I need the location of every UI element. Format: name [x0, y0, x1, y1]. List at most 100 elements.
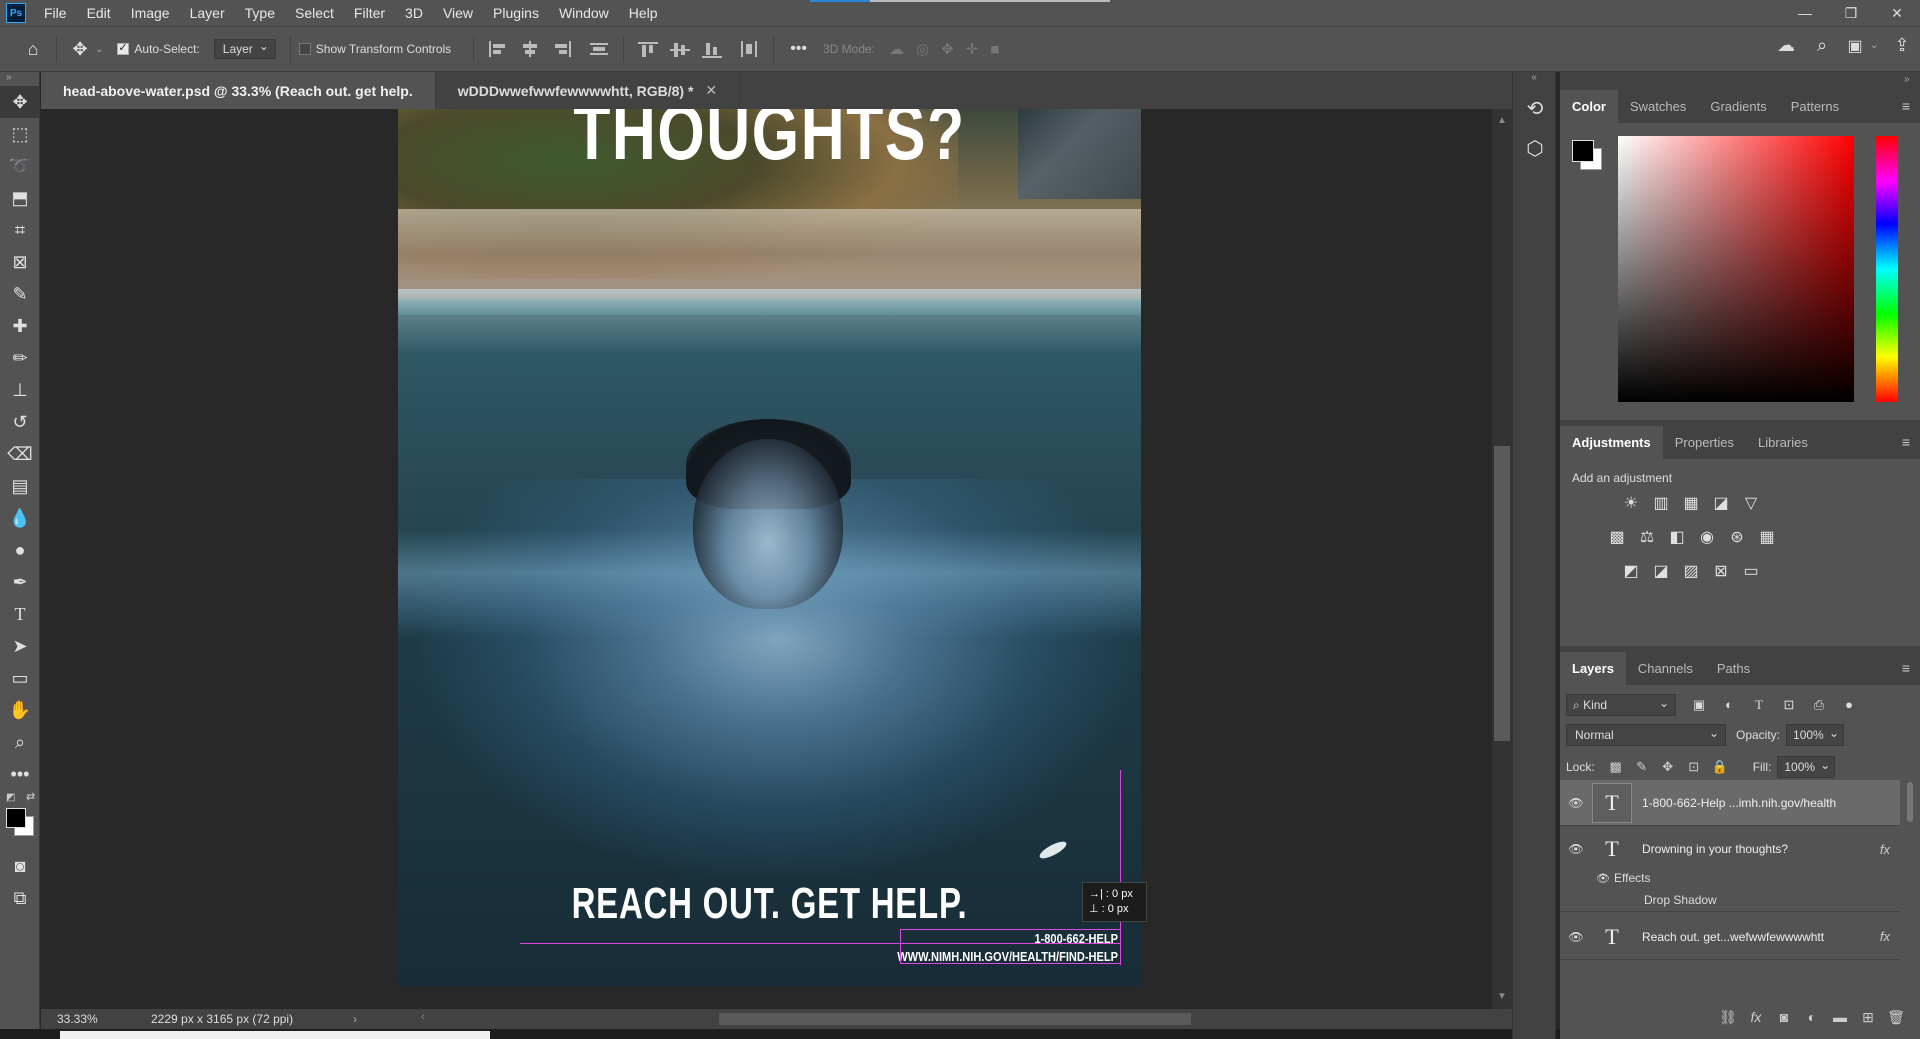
lock-position-icon[interactable]: ✥: [1655, 759, 1681, 775]
eyedropper-tool-icon[interactable]: ✎: [0, 278, 40, 310]
dodge-tool-icon[interactable]: ●: [0, 534, 40, 566]
search-icon[interactable]: ⌕: [1804, 35, 1840, 56]
pen-tool-icon[interactable]: ✒: [0, 566, 40, 598]
menu-window[interactable]: Window: [549, 0, 619, 26]
close-icon[interactable]: ✕: [1874, 0, 1920, 26]
blend-mode-dropdown[interactable]: Normal: [1566, 723, 1726, 746]
layer-name[interactable]: 1-800-662-Help ...imh.nih.gov/health: [1642, 796, 1836, 810]
layers-scrollbar[interactable]: [1904, 768, 1916, 928]
menu-help[interactable]: Help: [619, 0, 668, 26]
posterize-icon[interactable]: ◪: [1646, 558, 1676, 584]
more-options-icon[interactable]: •••: [790, 40, 807, 58]
layer-row[interactable]: 👁 T Reach out. get...wefwwfewwwwhtt fx: [1560, 914, 1900, 960]
scroll-left-icon[interactable]: ‹: [421, 1011, 425, 1023]
cloud-docs-icon[interactable]: ☁: [1768, 35, 1804, 56]
menu-edit[interactable]: Edit: [77, 0, 121, 26]
horizontal-scroll-thumb[interactable]: [719, 1013, 1191, 1025]
frame-tool-icon[interactable]: ⊠: [0, 246, 40, 278]
new-adjustment-layer-icon[interactable]: ◐: [1798, 1009, 1826, 1025]
menu-layer[interactable]: Layer: [180, 0, 235, 26]
foreground-color-swatch[interactable]: [6, 808, 26, 828]
hue-saturation-icon[interactable]: ▩: [1602, 524, 1632, 550]
vertical-scroll-thumb[interactable]: [1494, 446, 1510, 741]
gradient-tool-icon[interactable]: ▤: [0, 470, 40, 502]
layer-fx-icon[interactable]: fx: [1880, 842, 1890, 857]
tab-channels[interactable]: Channels: [1626, 652, 1705, 685]
black-white-icon[interactable]: ◧: [1662, 524, 1692, 550]
filter-toggle-icon[interactable]: ●: [1834, 697, 1864, 713]
drop-shadow-row[interactable]: Drop Shadow: [1560, 888, 1900, 912]
swap-colors-icon[interactable]: ⇄: [26, 790, 35, 803]
history-panel-icon[interactable]: ⟲: [1513, 88, 1557, 128]
show-transform-checkbox[interactable]: [298, 43, 311, 55]
move-tool-icon[interactable]: ✥: [65, 39, 95, 60]
gradient-map-icon[interactable]: ▭: [1736, 558, 1766, 584]
add-mask-icon[interactable]: ◙: [1770, 1009, 1798, 1025]
lock-artboard-icon[interactable]: ⊡: [1681, 759, 1707, 775]
filter-pixel-icon[interactable]: ▣: [1684, 697, 1714, 713]
visibility-eye-icon[interactable]: 👁: [1560, 842, 1592, 856]
tab-color[interactable]: Color: [1560, 90, 1618, 123]
filter-shape-icon[interactable]: ⊡: [1774, 697, 1804, 713]
3d-slide-icon[interactable]: ✛: [966, 40, 979, 58]
align-top-icon[interactable]: [635, 39, 661, 59]
healing-brush-tool-icon[interactable]: ✚: [0, 310, 40, 342]
filter-adjustment-icon[interactable]: ◐: [1714, 697, 1744, 713]
selective-color-icon[interactable]: ⊠: [1706, 558, 1736, 584]
3d-panel-icon[interactable]: ⬡: [1513, 128, 1557, 168]
close-tab-icon[interactable]: ✕: [705, 82, 717, 99]
filter-smart-object-icon[interactable]: ⎙: [1804, 697, 1834, 713]
align-center-icon[interactable]: [517, 39, 543, 59]
tab-swatches[interactable]: Swatches: [1618, 90, 1698, 123]
blur-tool-icon[interactable]: 💧: [0, 502, 40, 534]
tab-gradients[interactable]: Gradients: [1698, 90, 1778, 123]
default-colors-icon[interactable]: ◩: [6, 792, 15, 803]
move-tool-icon[interactable]: ✥: [0, 86, 40, 118]
scroll-down-icon[interactable]: ▼: [1497, 991, 1507, 1002]
menu-filter[interactable]: Filter: [344, 0, 395, 26]
vibrance-icon[interactable]: ▽: [1736, 490, 1766, 516]
photo-filter-icon[interactable]: ◉: [1692, 524, 1722, 550]
tool-preset-chevron-icon[interactable]: ⌄: [95, 44, 103, 55]
workspace-chevron-icon[interactable]: ⌄: [1870, 40, 1884, 51]
scroll-up-icon[interactable]: ▲: [1497, 115, 1507, 126]
tab-libraries[interactable]: Libraries: [1746, 426, 1820, 459]
filter-type-icon[interactable]: T: [1744, 697, 1774, 713]
channel-mixer-icon[interactable]: ⊛: [1722, 524, 1752, 550]
lasso-tool-icon[interactable]: ➰: [0, 150, 40, 182]
color-swatches[interactable]: ◩ ⇄: [0, 790, 39, 850]
vertical-scrollbar[interactable]: ▲ ▼: [1492, 109, 1512, 1009]
tab-paths[interactable]: Paths: [1705, 652, 1762, 685]
align-left-icon[interactable]: [485, 39, 511, 59]
menu-plugins[interactable]: Plugins: [483, 0, 549, 26]
align-bottom-icon[interactable]: [699, 39, 725, 59]
menu-view[interactable]: View: [433, 0, 483, 26]
tab-adjustments[interactable]: Adjustments: [1560, 426, 1663, 459]
type-tool-icon[interactable]: T: [0, 598, 40, 630]
lock-image-icon[interactable]: ✎: [1629, 759, 1655, 775]
levels-icon[interactable]: ▥: [1646, 490, 1676, 516]
threshold-icon[interactable]: ▨: [1676, 558, 1706, 584]
link-layers-icon[interactable]: ⛓: [1714, 1009, 1742, 1026]
menu-select[interactable]: Select: [285, 0, 344, 26]
auto-select-target-dropdown[interactable]: Layer: [213, 39, 276, 59]
collapse-right-panels-icon[interactable]: »: [1904, 74, 1910, 85]
layer-effects-row[interactable]: 👁 Effects: [1560, 868, 1900, 888]
screen-mode-icon[interactable]: ⧉: [0, 882, 40, 914]
tab-head-above-water[interactable]: head-above-water.psd @ 33.3% (Reach out.…: [41, 72, 436, 109]
align-right-icon[interactable]: [549, 39, 575, 59]
auto-select-checkbox[interactable]: [117, 41, 130, 55]
marquee-tool-icon[interactable]: ⬚: [0, 118, 40, 150]
tab-layers[interactable]: Layers: [1560, 652, 1626, 685]
layer-row[interactable]: 👁 T 1-800-662-Help ...imh.nih.gov/health: [1560, 780, 1900, 826]
hue-slider[interactable]: [1876, 136, 1898, 402]
menu-file[interactable]: File: [34, 0, 77, 26]
opacity-input[interactable]: 100%: [1786, 723, 1845, 746]
3d-orbit-icon[interactable]: ☁: [889, 40, 904, 58]
curves-icon[interactable]: ▦: [1676, 490, 1706, 516]
color-picker-field[interactable]: [1618, 136, 1854, 402]
restore-icon[interactable]: ❐: [1828, 0, 1874, 26]
layer-row[interactable]: 👁 T Drowning in your thoughts? fx: [1560, 826, 1900, 872]
color-foreground-swatch[interactable]: [1572, 140, 1594, 162]
zoom-level[interactable]: 33.33%: [41, 1012, 103, 1026]
